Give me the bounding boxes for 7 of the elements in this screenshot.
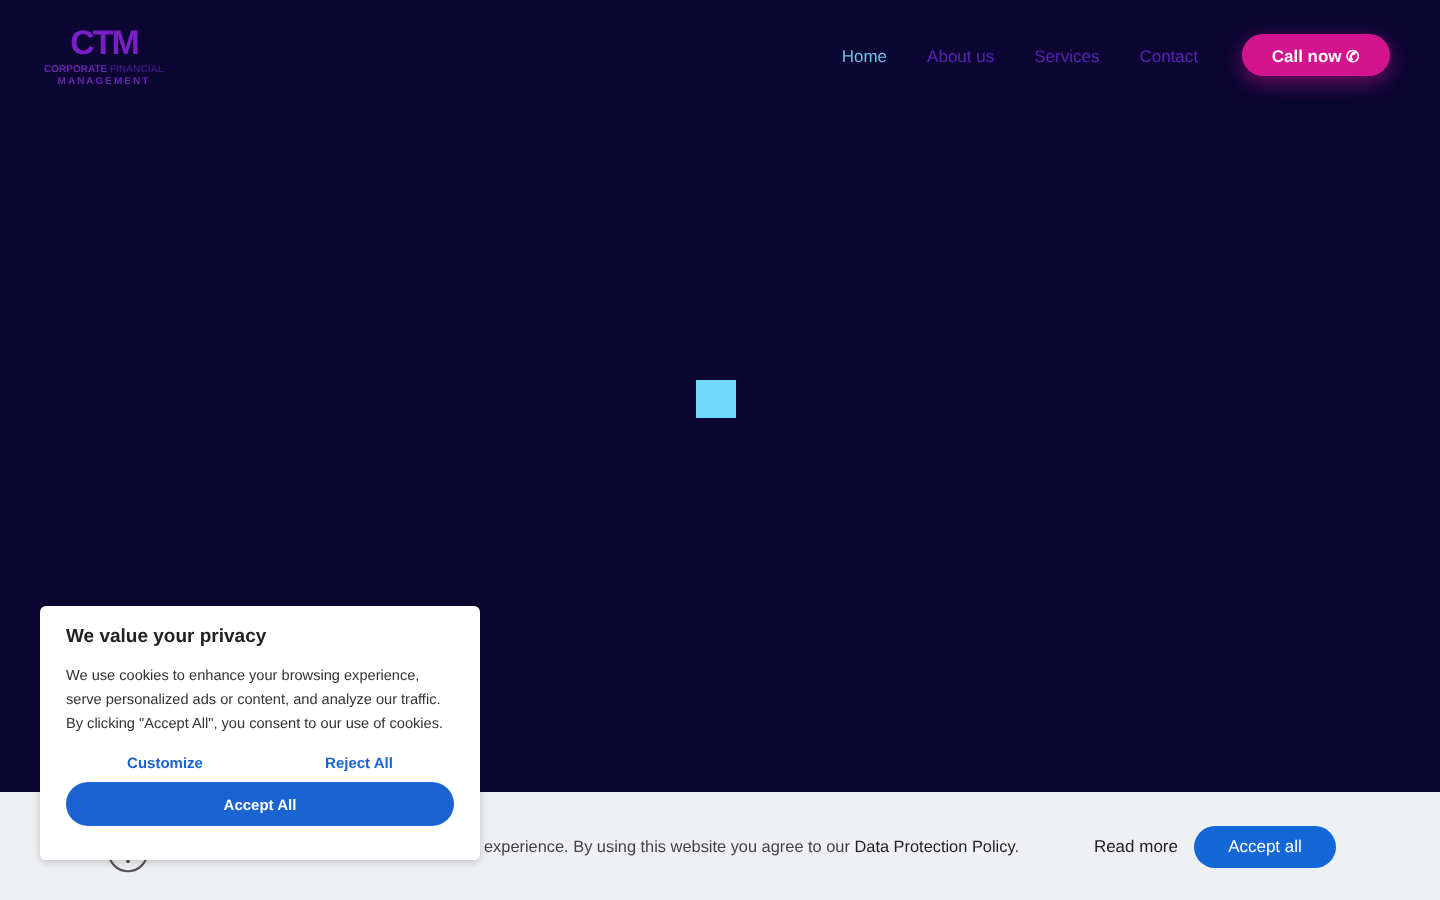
read-more-link[interactable]: Read more bbox=[1093, 836, 1178, 856]
call-now-button[interactable]: Call now ✆ bbox=[1242, 34, 1390, 76]
loading-square bbox=[696, 380, 736, 418]
nav-link[interactable]: Home bbox=[841, 45, 888, 65]
accept-all-button[interactable]: Accept all bbox=[1194, 825, 1336, 867]
cookie-notice-text: experience. By using this website you agree to our Data Protection Policy. bbox=[484, 837, 1019, 855]
dialog-title: We value your privacy bbox=[66, 626, 269, 648]
